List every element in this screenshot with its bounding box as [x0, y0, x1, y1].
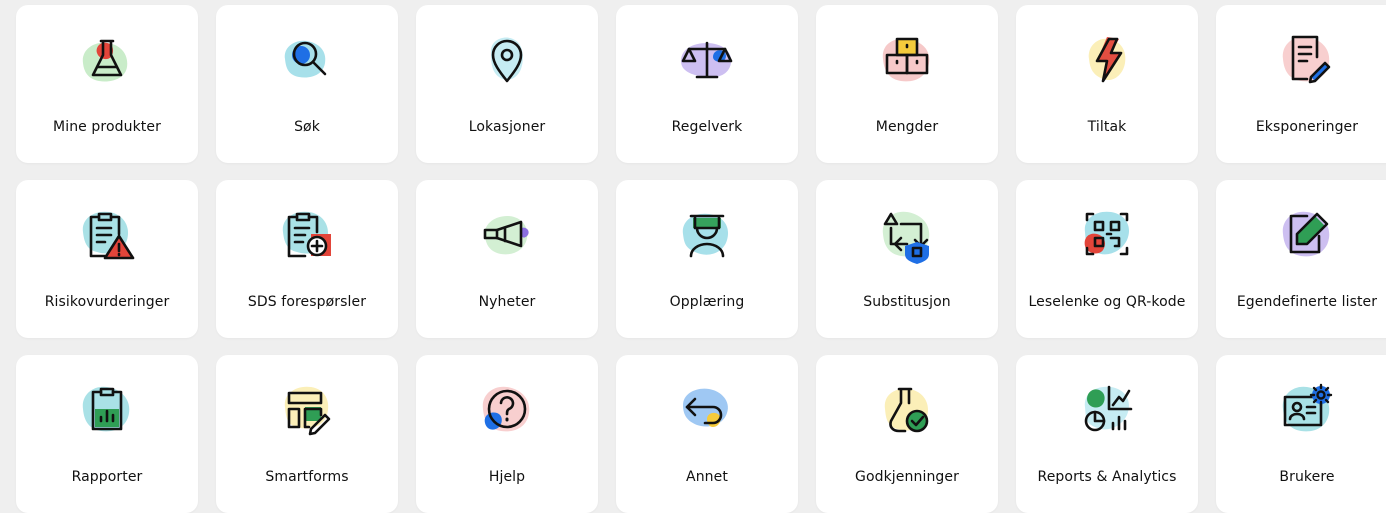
tile-sok[interactable]: Søk: [216, 5, 398, 163]
tile-reports-analytics[interactable]: Reports & Analytics: [1016, 355, 1198, 513]
tile-label: Nyheter: [478, 294, 536, 310]
tile-label: Substitusjon: [863, 294, 951, 310]
tile-label: Brukere: [1279, 469, 1335, 485]
tile-label: Hjelp: [488, 469, 526, 485]
tile-substitusjon[interactable]: Substitusjon: [816, 180, 998, 338]
tile-label: Eksponeringer: [1255, 119, 1359, 135]
tile-eksponeringer[interactable]: Eksponeringer: [1216, 5, 1386, 163]
tile-risikovurderinger[interactable]: Risikovurderinger: [16, 180, 198, 338]
tile-label: Lokasjoner: [468, 119, 546, 135]
tile-regelverk[interactable]: Regelverk: [616, 5, 798, 163]
tile-sds-foresporsler[interactable]: SDS forespørsler: [216, 180, 398, 338]
analytics-icon: [1084, 385, 1133, 432]
search-icon: [284, 40, 327, 78]
tile-label: Leselenke og QR-kode: [1028, 294, 1186, 310]
help-question-icon: [482, 386, 530, 432]
tile-label: Mine produkter: [53, 119, 161, 135]
tile-label: Søk: [294, 119, 320, 135]
flask-icon: [82, 39, 128, 82]
tile-label: Egendefinerte lister: [1236, 294, 1378, 310]
tile-mengder[interactable]: Mengder: [816, 5, 998, 163]
tile-label: Smartforms: [265, 469, 349, 485]
tile-label: Reports & Analytics: [1037, 469, 1177, 485]
graduate-icon: [682, 213, 729, 258]
tile-rapporter[interactable]: Rapporter: [16, 355, 198, 513]
tile-smartforms[interactable]: Smartforms: [216, 355, 398, 513]
qr-code-icon: [1084, 211, 1130, 256]
tile-lokasjoner[interactable]: Lokasjoner: [416, 5, 598, 163]
tile-godkjenninger[interactable]: Godkjenninger: [816, 355, 998, 513]
clipboard-add-icon: [282, 211, 331, 258]
boxes-icon: [882, 37, 930, 82]
tile-label: Tiltak: [1087, 119, 1127, 135]
edit-square-icon: [1282, 211, 1330, 257]
tile-annet[interactable]: Annet: [616, 355, 798, 513]
tile-label: Regelverk: [671, 119, 743, 135]
tile-egendefinerte-lister[interactable]: Egendefinerte lister: [1216, 180, 1386, 338]
tile-label: Mengder: [875, 119, 939, 135]
swap-shield-icon: [882, 211, 930, 264]
return-arrow-icon: [683, 388, 728, 427]
lightning-icon: [1088, 37, 1126, 83]
tile-label: Opplæring: [669, 294, 745, 310]
tile-label: SDS forespørsler: [247, 294, 367, 310]
tile-brukere[interactable]: Brukere: [1216, 355, 1386, 513]
tile-mine-produkter[interactable]: Mine produkter: [16, 5, 198, 163]
megaphone-icon: [483, 216, 529, 255]
form-layout-icon: [284, 386, 331, 436]
tile-leselenke-qr-kode[interactable]: Leselenke og QR-kode: [1016, 180, 1198, 338]
location-pin-icon: [491, 37, 523, 83]
tile-nyheter[interactable]: Nyheter: [416, 180, 598, 338]
clipboard-warning-icon: [82, 211, 135, 260]
tile-label: Rapporter: [71, 469, 143, 485]
document-edit-icon: [1282, 35, 1331, 84]
user-settings-icon: [1282, 383, 1333, 432]
tile-hjelp[interactable]: Hjelp: [416, 355, 598, 513]
flask-check-icon: [884, 387, 929, 433]
tile-label: Annet: [686, 469, 728, 485]
tile-label: Risikovurderinger: [44, 294, 170, 310]
clipboard-chart-icon: [82, 386, 130, 432]
tile-opplaering[interactable]: Opplæring: [616, 180, 798, 338]
dashboard-tile-grid: Mine produkter Søk Lokasjoner Regelverk: [0, 0, 1386, 513]
scales-icon: [681, 41, 733, 79]
tile-tiltak[interactable]: Tiltak: [1016, 5, 1198, 163]
tile-label: Godkjenninger: [855, 469, 959, 485]
